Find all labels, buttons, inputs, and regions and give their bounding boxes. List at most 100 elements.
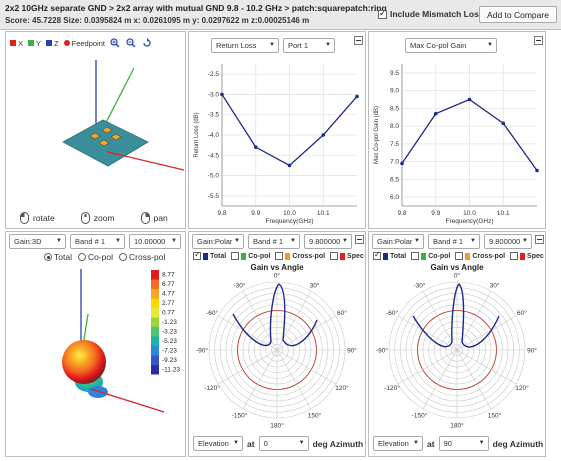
add-to-compare-button[interactable]: Add to Compare bbox=[479, 6, 557, 23]
radio-cross-pol-dot[interactable] bbox=[119, 253, 128, 261]
zoom-in-icon[interactable] bbox=[110, 38, 120, 48]
co-pol-swatch bbox=[241, 252, 247, 260]
angle-label: -120° bbox=[384, 384, 400, 392]
colorbar-swatch bbox=[151, 365, 159, 375]
data-point[interactable] bbox=[400, 161, 404, 166]
angle-label: -150° bbox=[412, 411, 428, 419]
radiation-lobe-main bbox=[62, 340, 106, 384]
port-select[interactable]: Port 1 ▼ bbox=[283, 38, 335, 53]
check-total-box[interactable] bbox=[373, 250, 381, 260]
x-axis-line bbox=[107, 151, 185, 171]
cut-select[interactable]: Elevation ▼ bbox=[193, 436, 243, 451]
trace-checkboxes: Total Co-pol Cross-pol Spec bbox=[373, 250, 545, 260]
legend-x: X bbox=[10, 39, 23, 48]
check-co-pol-box[interactable] bbox=[231, 252, 240, 260]
gain-mode-select[interactable]: Gain:3D ▼ bbox=[9, 234, 66, 249]
angle-label: 120° bbox=[335, 384, 349, 392]
data-point[interactable] bbox=[220, 92, 224, 97]
polarization-radios: Total Co-pol Cross-pol bbox=[44, 252, 171, 262]
colorbar-label: 6.77 bbox=[162, 281, 175, 288]
cut-select[interactable]: Elevation ▼ bbox=[373, 436, 423, 451]
data-point[interactable] bbox=[253, 145, 258, 149]
zoom-out-icon[interactable] bbox=[126, 38, 136, 48]
data-point[interactable] bbox=[467, 97, 472, 102]
cross-pol-swatch bbox=[465, 252, 471, 260]
y-tick-label: 8.0 bbox=[390, 123, 399, 130]
check-total[interactable]: Total bbox=[193, 250, 226, 260]
polar-spoke bbox=[242, 290, 278, 351]
data-point[interactable] bbox=[433, 111, 438, 116]
gain-mode-select[interactable]: Gain:Polar ▼ bbox=[372, 234, 424, 249]
angle-label: -120° bbox=[204, 384, 220, 392]
frequency-select[interactable]: 10.00000 ▼ bbox=[129, 234, 181, 249]
angle-label: -90° bbox=[196, 347, 208, 355]
gain-3d-canvas[interactable]: 8.77 6.77 4.77 2.77 0.77 -1.23 -3.23 -5.23 -7.23… bbox=[6, 264, 185, 456]
check-total-box[interactable] bbox=[193, 250, 201, 260]
data-point[interactable] bbox=[355, 94, 359, 99]
band-select[interactable]: Band # 1 ▼ bbox=[248, 234, 300, 249]
colorbar-label: -7.23 bbox=[162, 348, 177, 355]
minimize-button[interactable] bbox=[534, 36, 543, 45]
reset-view-icon[interactable] bbox=[142, 38, 152, 48]
check-cross-pol[interactable]: Cross-pol bbox=[455, 252, 505, 260]
radiation-lobe-side bbox=[88, 386, 108, 398]
x-tick-label: 10.1 bbox=[497, 210, 510, 217]
angle-label: -30° bbox=[234, 282, 246, 290]
angle-label: 150° bbox=[308, 411, 322, 419]
check-co-pol[interactable]: Co-pol bbox=[411, 252, 450, 260]
data-point[interactable] bbox=[501, 121, 506, 126]
polar-spoke bbox=[456, 315, 517, 351]
polar-chart: 0° 30° 60° 90° 120° 150° 180° -150° -120° -90° -60… bbox=[376, 272, 537, 430]
minimize-button[interactable] bbox=[354, 36, 363, 45]
radio-co-pol-dot[interactable] bbox=[77, 253, 86, 261]
check-total[interactable]: Total bbox=[373, 250, 406, 260]
geometry-canvas[interactable] bbox=[6, 50, 185, 229]
y-tick-label: -4.5 bbox=[208, 152, 220, 159]
check-spec-box[interactable] bbox=[330, 252, 339, 260]
gain-colorbar: 8.77 6.77 4.77 2.77 0.77 -1.23 -3.23 -5.23 -7.23… bbox=[151, 270, 180, 375]
metric-select[interactable]: Return Loss ▼ bbox=[211, 38, 279, 53]
gain-mode-select[interactable]: Gain:Polar ▼ bbox=[192, 234, 244, 249]
colorbar-swatch bbox=[151, 298, 159, 308]
total-swatch bbox=[203, 252, 208, 260]
colorbar-swatch bbox=[151, 279, 159, 289]
rotate-label: rotate bbox=[33, 213, 55, 223]
check-cross-pol[interactable]: Cross-pol bbox=[275, 252, 325, 260]
data-point[interactable] bbox=[321, 133, 326, 137]
zoom-control[interactable]: zoom bbox=[80, 212, 115, 224]
rotate-control[interactable]: rotate bbox=[20, 212, 55, 224]
azimuth-select[interactable]: 0 ▼ bbox=[258, 436, 309, 451]
check-spec[interactable]: Spec bbox=[510, 252, 544, 260]
y-tick-label: -3.5 bbox=[208, 112, 220, 119]
y-tick-label: -5.0 bbox=[208, 173, 220, 180]
frequency-select[interactable]: 9.800000 ▼ bbox=[484, 234, 532, 249]
y-tick-label: 9.0 bbox=[390, 88, 399, 95]
mouse-controls: rotate zoom pan bbox=[20, 212, 185, 224]
radio-co-pol[interactable]: Co-pol bbox=[77, 252, 113, 262]
check-spec[interactable]: Spec bbox=[330, 252, 364, 260]
check-cross-pol-box[interactable] bbox=[275, 252, 284, 260]
angle-label: 90° bbox=[347, 347, 357, 355]
data-point[interactable] bbox=[287, 163, 292, 168]
metric-select[interactable]: Max Co-pol Gain ▼ bbox=[405, 38, 497, 53]
radio-total[interactable]: Total bbox=[44, 252, 72, 262]
minimize-button[interactable] bbox=[355, 235, 364, 244]
check-cross-pol-box[interactable] bbox=[455, 252, 464, 260]
mismatch-check-icon[interactable] bbox=[378, 8, 387, 19]
check-spec-box[interactable] bbox=[510, 252, 519, 260]
check-co-pol[interactable]: Co-pol bbox=[231, 252, 270, 260]
chevron-down-icon: ▼ bbox=[522, 238, 528, 244]
check-co-pol-box[interactable] bbox=[411, 252, 420, 260]
data-point[interactable] bbox=[535, 168, 539, 173]
minimize-button[interactable] bbox=[535, 235, 544, 244]
header-bar: 2x2 10GHz separate GND > 2x2 array with … bbox=[0, 0, 561, 30]
radio-cross-pol[interactable]: Cross-pol bbox=[119, 252, 165, 262]
band-select[interactable]: Band # 1 ▼ bbox=[70, 234, 125, 249]
include-mismatch-checkbox[interactable]: Include Mismatch Loss bbox=[378, 8, 484, 19]
mouse-wheel-icon bbox=[80, 212, 90, 224]
pan-control[interactable]: pan bbox=[140, 212, 168, 224]
azimuth-select[interactable]: 90 ▼ bbox=[438, 436, 489, 451]
radio-total-dot[interactable] bbox=[44, 253, 52, 261]
frequency-select[interactable]: 9.800000 ▼ bbox=[304, 234, 352, 249]
band-select[interactable]: Band # 1 ▼ bbox=[428, 234, 480, 249]
